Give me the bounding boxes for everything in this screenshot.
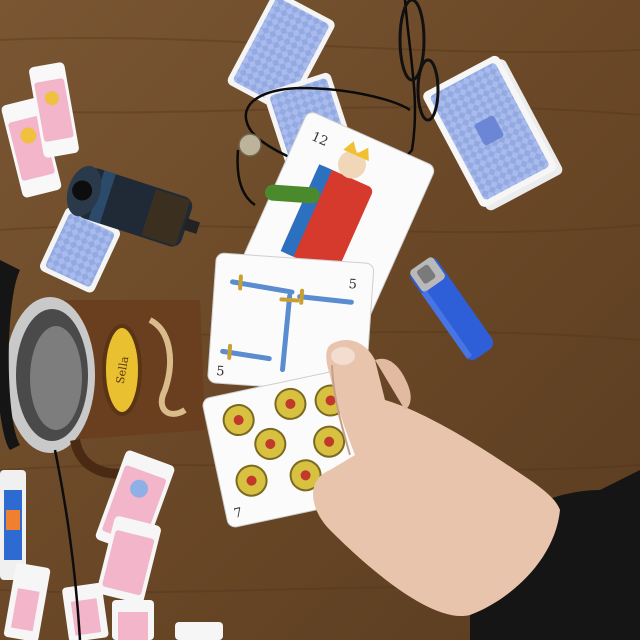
- card-espadas-rank-label-bottom: 5: [216, 364, 225, 380]
- photo-scene: Sella 12 12: [0, 0, 640, 640]
- coin-on-table: [238, 133, 262, 157]
- card-espadas-rank-label: 5: [348, 277, 357, 293]
